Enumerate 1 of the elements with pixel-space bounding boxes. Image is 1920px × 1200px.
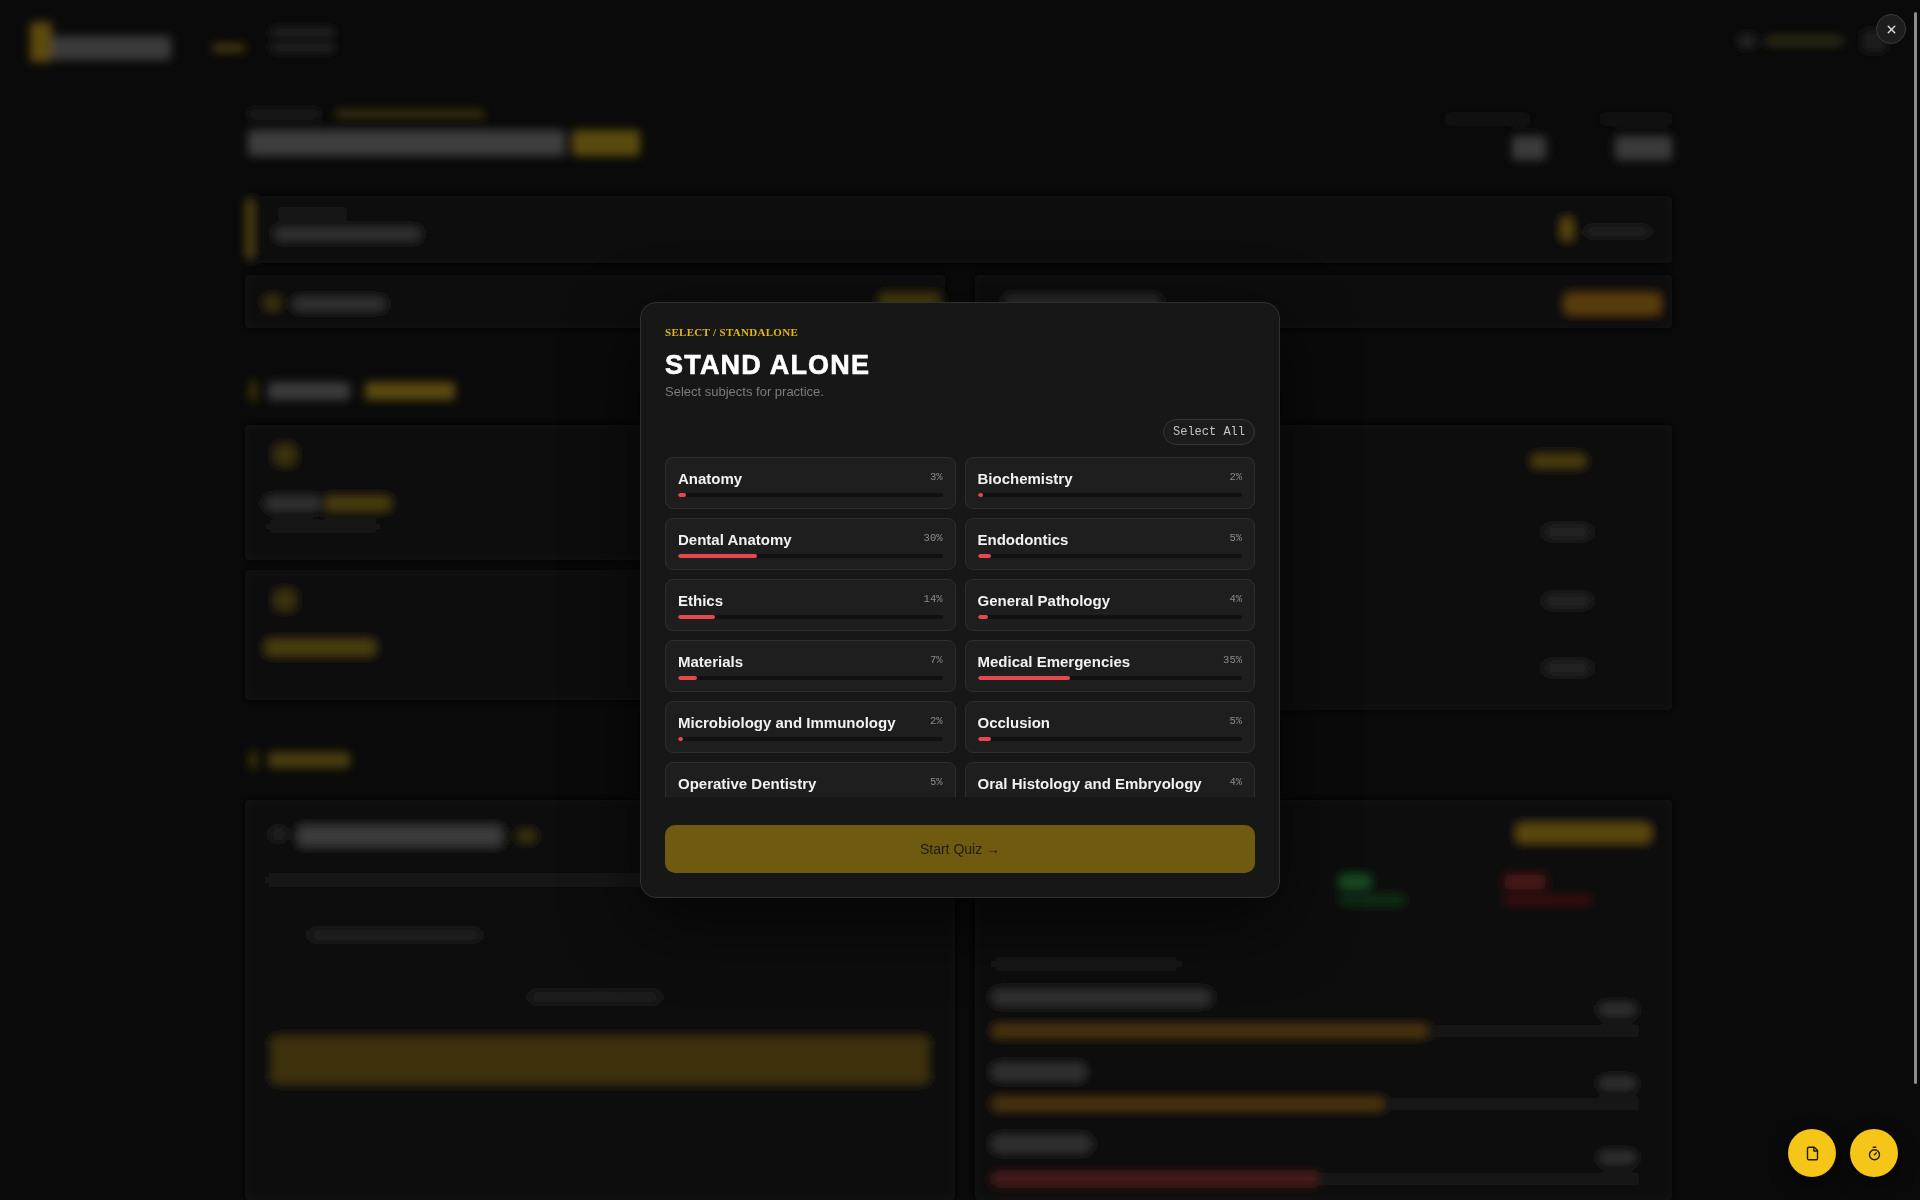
- scrollbar-thumb[interactable]: [1914, 12, 1917, 1084]
